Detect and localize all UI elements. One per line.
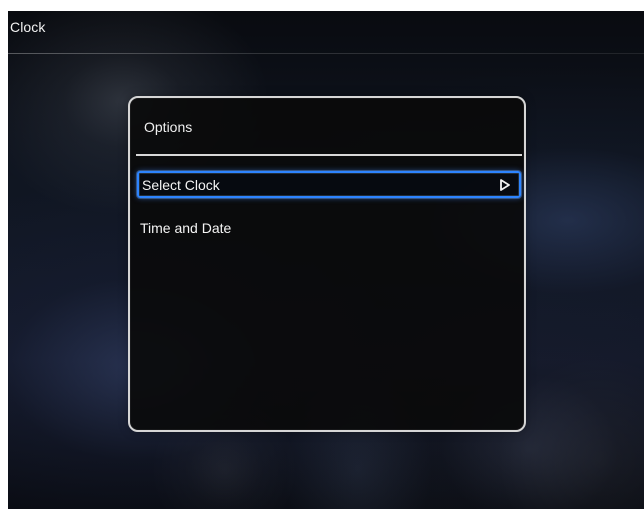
select-clock-item[interactable]: Select Clock — [137, 171, 521, 198]
clock-screen: Clock Options Select Clock Time and Date — [8, 11, 644, 509]
time-and-date-label: Time and Date — [140, 220, 232, 236]
triangle-right-icon — [500, 179, 510, 191]
screen-title: Clock — [10, 19, 46, 35]
select-clock-label: Select Clock — [142, 177, 220, 193]
time-and-date-item[interactable]: Time and Date — [137, 217, 521, 244]
options-panel: Options Select Clock Time and Date — [128, 96, 526, 432]
options-divider — [136, 154, 522, 156]
header-divider — [8, 53, 644, 54]
options-title: Options — [144, 119, 193, 135]
